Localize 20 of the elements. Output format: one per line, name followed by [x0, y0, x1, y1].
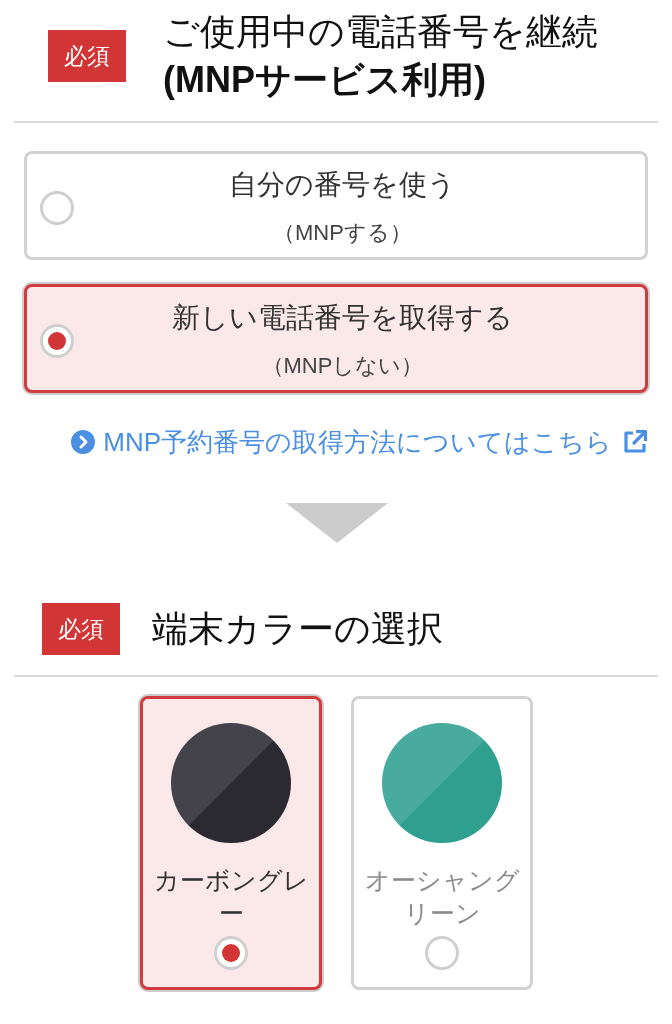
option-note: （MNPする）	[273, 219, 412, 247]
section-title: 端末カラーの選択	[152, 607, 443, 651]
chevron-right-circle-icon	[71, 430, 96, 454]
option-card[interactable]: 自分の番号を使う （MNPする）	[24, 151, 648, 260]
radio-button[interactable]	[214, 936, 248, 970]
color-label: オーシャングリーン	[363, 865, 521, 929]
section-title: ご使用中の電話番号を継続 (MNPサービス利用)	[163, 10, 598, 102]
radio-button[interactable]	[40, 191, 74, 225]
radio-button[interactable]	[40, 324, 74, 358]
option-note: （MNPしない）	[261, 352, 424, 380]
option-label: 新しい電話番号を取得する	[172, 301, 513, 335]
required-badge: 必須	[48, 30, 126, 82]
required-badge: 必須	[42, 603, 120, 655]
color-label: カーボングレー	[152, 865, 310, 929]
external-link-icon	[622, 429, 648, 455]
option-card[interactable]: 新しい電話番号を取得する （MNPしない）	[24, 284, 648, 393]
down-arrow-icon	[285, 503, 388, 543]
color-card[interactable]: カーボングレー	[140, 696, 322, 990]
option-label: 自分の番号を使う	[229, 168, 456, 202]
radio-button[interactable]	[425, 936, 459, 970]
